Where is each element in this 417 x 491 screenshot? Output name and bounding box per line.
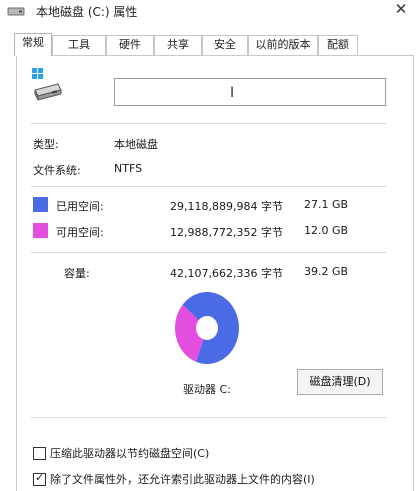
drive-label: 驱动器 C: [183,383,231,396]
text-cursor-icon: I [230,85,235,101]
used-space-swatch [33,197,48,212]
tab-tools[interactable]: 工具 [52,35,106,55]
type-label: 类型: [33,138,59,151]
capacity-size: 39.2 GB [304,265,349,278]
window-title: 本地磁盘 (C:) 属性 [36,5,138,19]
tab-security[interactable]: 安全 [202,35,248,55]
used-space-bytes: 29,118,889,984 字节 [170,200,283,213]
compress-drive-option[interactable]: 压缩此驱动器以节约磁盘空间(C) [33,445,209,461]
close-button[interactable]: ✕ [385,0,417,20]
check-icon: ✓ [35,470,45,484]
divider [31,252,386,253]
free-space-swatch [33,223,48,238]
disk-usage-chart [170,288,244,368]
compress-drive-label: 压缩此驱动器以节约磁盘空间(C) [50,447,210,460]
filesystem-label: 文件系统: [33,164,81,177]
capacity-label: 容量: [64,267,90,280]
type-value: 本地磁盘 [114,138,158,151]
index-contents-checkbox[interactable]: ✓ [33,470,46,486]
free-space-bytes: 12,988,772,352 字节 [170,226,283,239]
tab-previous-versions[interactable]: 以前的版本 [248,35,318,55]
used-space-size: 27.1 GB [304,198,349,211]
used-space-label: 已用空间: [56,200,104,213]
title-bar: 本地磁盘 (C:) 属性 ✕ [0,0,417,24]
divider [31,417,386,418]
tab-hardware[interactable]: 硬件 [106,35,154,55]
free-space-label: 可用空间: [56,226,104,239]
drive-name-input[interactable] [115,79,385,105]
free-space-size: 12.0 GB [304,224,349,237]
drive-name-field[interactable] [114,78,386,106]
tab-sharing[interactable]: 共享 [154,35,202,55]
tab-strip: 常规 工具 硬件 共享 安全 以前的版本 配额 [14,33,414,56]
compress-drive-checkbox[interactable] [33,446,46,460]
windows-drive-icon [32,68,62,102]
tab-quota[interactable]: 配额 [318,35,358,55]
tab-general[interactable]: 常规 [14,33,52,56]
divider [31,186,386,187]
divider [31,123,386,124]
drive-icon [7,3,25,17]
disk-cleanup-button[interactable]: 磁盘清理(D) [297,369,383,395]
index-contents-label: 除了文件属性外，还允许索引此驱动器上文件的内容(I) [50,473,315,486]
capacity-bytes: 42,107,662,336 字节 [170,267,283,280]
index-contents-option[interactable]: ✓ 除了文件属性外，还允许索引此驱动器上文件的内容(I) [33,471,315,487]
filesystem-value: NTFS [114,162,143,175]
